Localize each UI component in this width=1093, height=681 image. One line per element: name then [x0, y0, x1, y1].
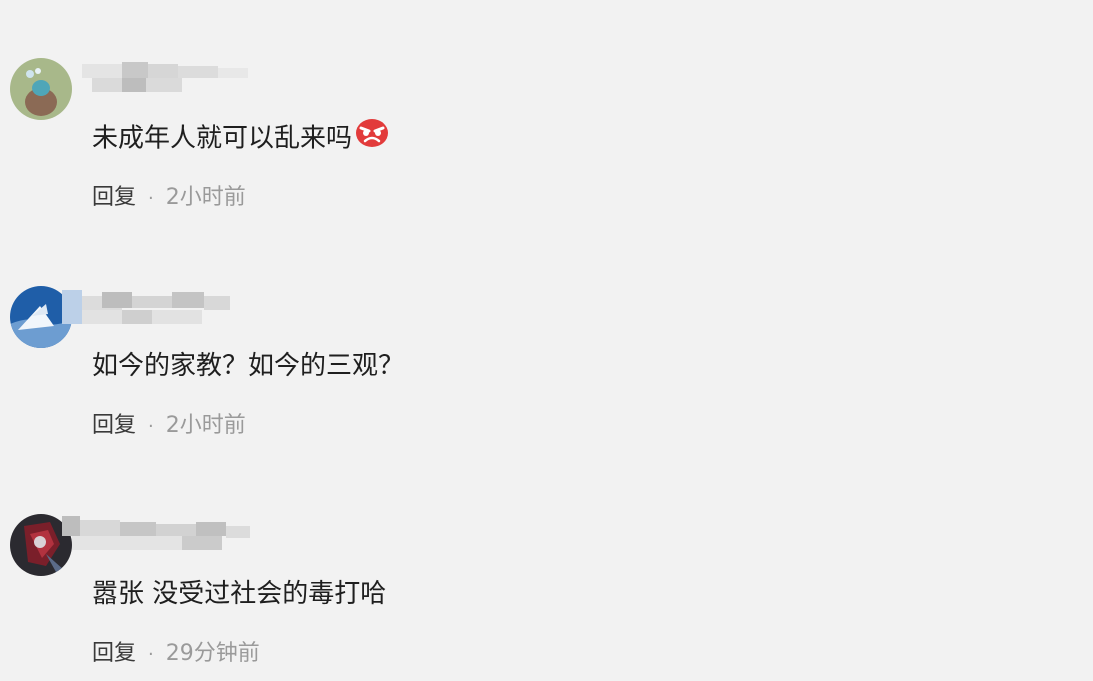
- comment-time: 29分钟前: [165, 641, 260, 666]
- reply-button[interactable]: 回复: [92, 185, 136, 210]
- comment-time: 2小时前: [165, 413, 246, 438]
- separator: ·: [148, 188, 154, 209]
- separator: ·: [148, 416, 154, 437]
- comment-actions: 回复 · 2小时前: [92, 410, 246, 442]
- comment-item: 如今的家教？如今的三观？ 回复 · 2小时前: [0, 286, 1093, 486]
- comment-text: 未成年人就可以乱来吗: [92, 119, 390, 158]
- comment-text-content: 嚣张 没受过社会的毒打哈: [92, 579, 387, 609]
- reply-button[interactable]: 回复: [92, 413, 136, 438]
- comment-feed: 未成年人就可以乱来吗 回复 · 2小时前 如今的家教？如今的三观？ 回复 · 2…: [0, 0, 1093, 681]
- separator: ·: [148, 644, 154, 665]
- username-blurred: [62, 514, 252, 556]
- comment-item: 未成年人就可以乱来吗 回复 · 2小时前: [0, 58, 1093, 258]
- comment-actions: 回复 · 29分钟前: [92, 638, 260, 670]
- comment-text: 嚣张 没受过社会的毒打哈: [92, 576, 386, 612]
- comment-actions: 回复 · 2小时前: [92, 182, 246, 214]
- username-blurred: [62, 58, 252, 100]
- username-blurred: [62, 286, 252, 328]
- comment-text: 如今的家教？如今的三观？: [92, 348, 404, 384]
- comment-time: 2小时前: [165, 185, 246, 210]
- comment-text-content: 如今的家教？如今的三观？: [92, 351, 405, 381]
- angry-face-emoji-icon: [354, 116, 390, 158]
- comment-item: 嚣张 没受过社会的毒打哈 回复 · 29分钟前: [0, 514, 1093, 681]
- reply-button[interactable]: 回复: [92, 641, 136, 666]
- comment-text-content: 未成年人就可以乱来吗: [92, 123, 353, 154]
